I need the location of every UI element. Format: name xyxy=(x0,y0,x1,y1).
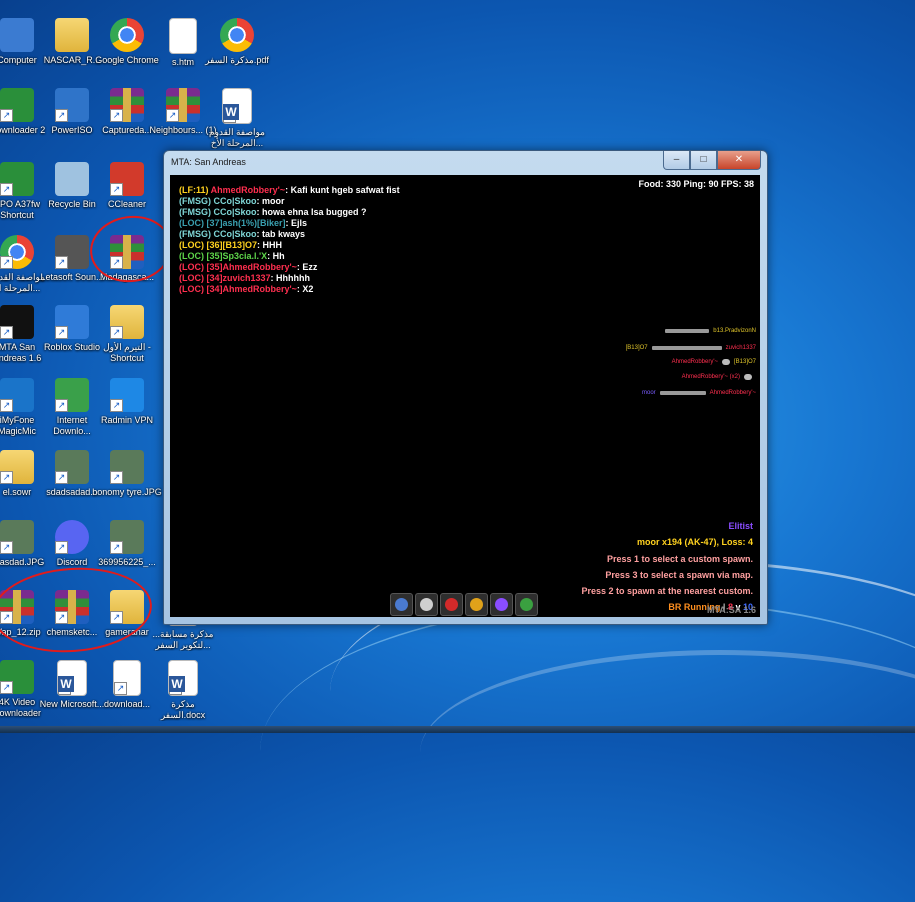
idm-icon: ↗ xyxy=(55,378,89,412)
desktop-icon-label: التيرم الأول - Shortcut xyxy=(103,342,151,363)
mta-window[interactable]: MTA: San Andreas – □ ✕ Food: 330 Ping: 9… xyxy=(163,150,768,625)
desktop-icon-label: bonomy tyre.JPG xyxy=(92,487,162,497)
taskbar[interactable] xyxy=(0,726,915,733)
chat-box: (LF:11) AhmedRobbery'~: Kafi kunt hgeb s… xyxy=(179,185,400,295)
chat-line: (FMSG) CCo|Skoo: tab kways xyxy=(179,229,306,239)
spawn-tip: Press 1 to select a custom spawn. xyxy=(606,554,753,564)
doc-icon xyxy=(169,18,197,54)
image-icon: ↗ xyxy=(55,450,89,484)
spawn-tip: Press 3 to select a spawn via map. xyxy=(605,570,753,580)
desktop-icon[interactable]: مذكرة السفر.pdf xyxy=(202,18,272,66)
word-icon: ↗ xyxy=(57,660,87,696)
minimize-button[interactable]: – xyxy=(663,151,690,170)
runner-icon[interactable] xyxy=(415,593,438,616)
rar-icon: ↗ xyxy=(110,88,144,122)
chat-line: (LOC) [37]ash(1%)[Biker]: Ejls xyxy=(179,218,308,228)
chat-line: (FMSG) CCo|Skoo: moor xyxy=(179,196,285,206)
desktop-icon[interactable]: ↗ التيرم الأول - Shortcut xyxy=(92,305,162,364)
window-title: MTA: San Andreas xyxy=(171,157,246,167)
image-icon: ↗ xyxy=(110,450,144,484)
chat-line: (FMSG) CCo|Skoo: howa ehna lsa bugged ? xyxy=(179,207,367,217)
generic-icon: ↗ xyxy=(0,88,34,122)
disc-icon: ↗ xyxy=(55,88,89,122)
doc-icon: ↗ xyxy=(113,660,141,696)
kill-stats: moor x194 (AK-47), Loss: 4 xyxy=(636,537,753,547)
discord-icon: ↗ xyxy=(55,520,89,554)
chat-line: (LOC) [35]AhmedRobbery'~: Ezz xyxy=(179,262,318,272)
kill-feed-entry: moor AhmedRobbery'~ xyxy=(641,390,756,396)
spawn-tip: Press 2 to spawn at the nearest custom. xyxy=(581,586,753,596)
desktop-icon[interactable]: ↗ CCleaner xyxy=(92,162,162,210)
eyes-icon[interactable] xyxy=(490,593,513,616)
chrome-icon xyxy=(110,18,144,52)
wrench-icon[interactable] xyxy=(390,593,413,616)
red-circle-annotation xyxy=(0,562,155,658)
shotgun-icon xyxy=(665,329,710,333)
rar-icon: ↗ xyxy=(166,88,200,122)
fist-icon xyxy=(744,374,752,380)
kill-feed-entry: [B13]O7 zuvich1337 xyxy=(625,345,756,351)
chrome-icon xyxy=(220,18,254,52)
ccleaner-icon: ↗ xyxy=(110,162,144,196)
hud-stats: Food: 330 Ping: 90 FPS: 38 xyxy=(638,179,754,189)
roblox-icon: ↗ xyxy=(55,305,89,339)
desktop-icon-label: Radmin VPN xyxy=(100,415,154,425)
desktop-icon[interactable]: ↗ Radmin VPN xyxy=(92,378,162,426)
arrow-icon[interactable] xyxy=(465,593,488,616)
folder-icon xyxy=(55,18,89,52)
desktop-icon-label: مواصفة القدوم المرحلة الأخ... xyxy=(209,127,265,148)
radmin-icon: ↗ xyxy=(110,378,144,412)
kill-feed-entry: b13.PradvizonN xyxy=(661,325,756,337)
chrome-icon: ↗ xyxy=(0,235,34,269)
elitist-label: Elitist xyxy=(728,521,753,531)
kill-feed-entry: AhmedRobbery'~ [B13]O7 xyxy=(671,359,756,365)
image-icon: ↗ xyxy=(110,520,144,554)
version-label: MTA:SA 1.6 xyxy=(706,605,756,615)
sniper-icon xyxy=(651,346,722,350)
close-button[interactable]: ✕ xyxy=(717,151,761,170)
desktop-icon[interactable]: ↗ bonomy tyre.JPG xyxy=(92,450,162,498)
desktop-icon[interactable]: ↗ 369956225_... xyxy=(92,520,162,568)
desktop-icon-label: CCleaner xyxy=(107,199,147,209)
chat-line: (LOC) [34]zuvich1337: Hhhhhh xyxy=(179,273,311,283)
image-icon: ↗ xyxy=(0,520,34,554)
window-controls: – □ ✕ xyxy=(663,151,761,170)
desktop-icon[interactable]: ↗ مواصفة القدوم المرحلة الأخ... xyxy=(202,88,272,149)
mta-icon: ↗ xyxy=(0,305,34,339)
chat-line: (LOC) [34]AhmedRobbery'~: X2 xyxy=(179,284,314,294)
generic-icon: ↗ xyxy=(0,660,34,694)
bin-icon xyxy=(55,162,89,196)
folder-icon: ↗ xyxy=(110,305,144,339)
chat-line: (LF:11) AhmedRobbery'~: Kafi kunt hgeb s… xyxy=(179,185,400,195)
heart-icon[interactable] xyxy=(440,593,463,616)
desktop-icon-label: مذكرة السفر.docx xyxy=(160,699,206,720)
desktop-icon-label: مذكرة مسابقة... لتكوير السفر... xyxy=(152,629,214,650)
desktop-icon-label: 369956225_... xyxy=(98,557,156,567)
word-icon: ↗ xyxy=(222,88,252,124)
fist-icon xyxy=(721,359,730,365)
leaf-icon[interactable] xyxy=(515,593,538,616)
folder-icon: ↗ xyxy=(0,450,34,484)
hotbar xyxy=(390,593,538,616)
desktop-icon-label: مذكرة السفر.pdf xyxy=(205,55,269,65)
kill-feed-entry: AhmedRobbery'~ (x2) xyxy=(682,371,756,383)
computer-icon xyxy=(0,18,34,52)
ak47-icon xyxy=(659,391,706,395)
game-viewport[interactable]: Food: 330 Ping: 90 FPS: 38 (LF:11) Ahmed… xyxy=(170,175,760,617)
maximize-button[interactable]: □ xyxy=(690,151,717,170)
speaker-icon: ↗ xyxy=(55,235,89,269)
desktop-icon[interactable]: ↗ مذكرة السفر.docx xyxy=(148,660,218,721)
magicmic-icon: ↗ xyxy=(0,378,34,412)
chat-line: (LOC) [35]Sp3cia.l.'X: Hh xyxy=(179,251,285,261)
chat-line: (LOC) [36][B13]O7: HHH xyxy=(179,240,283,250)
word-icon: ↗ xyxy=(168,660,198,696)
generic-icon: ↗ xyxy=(0,162,34,196)
